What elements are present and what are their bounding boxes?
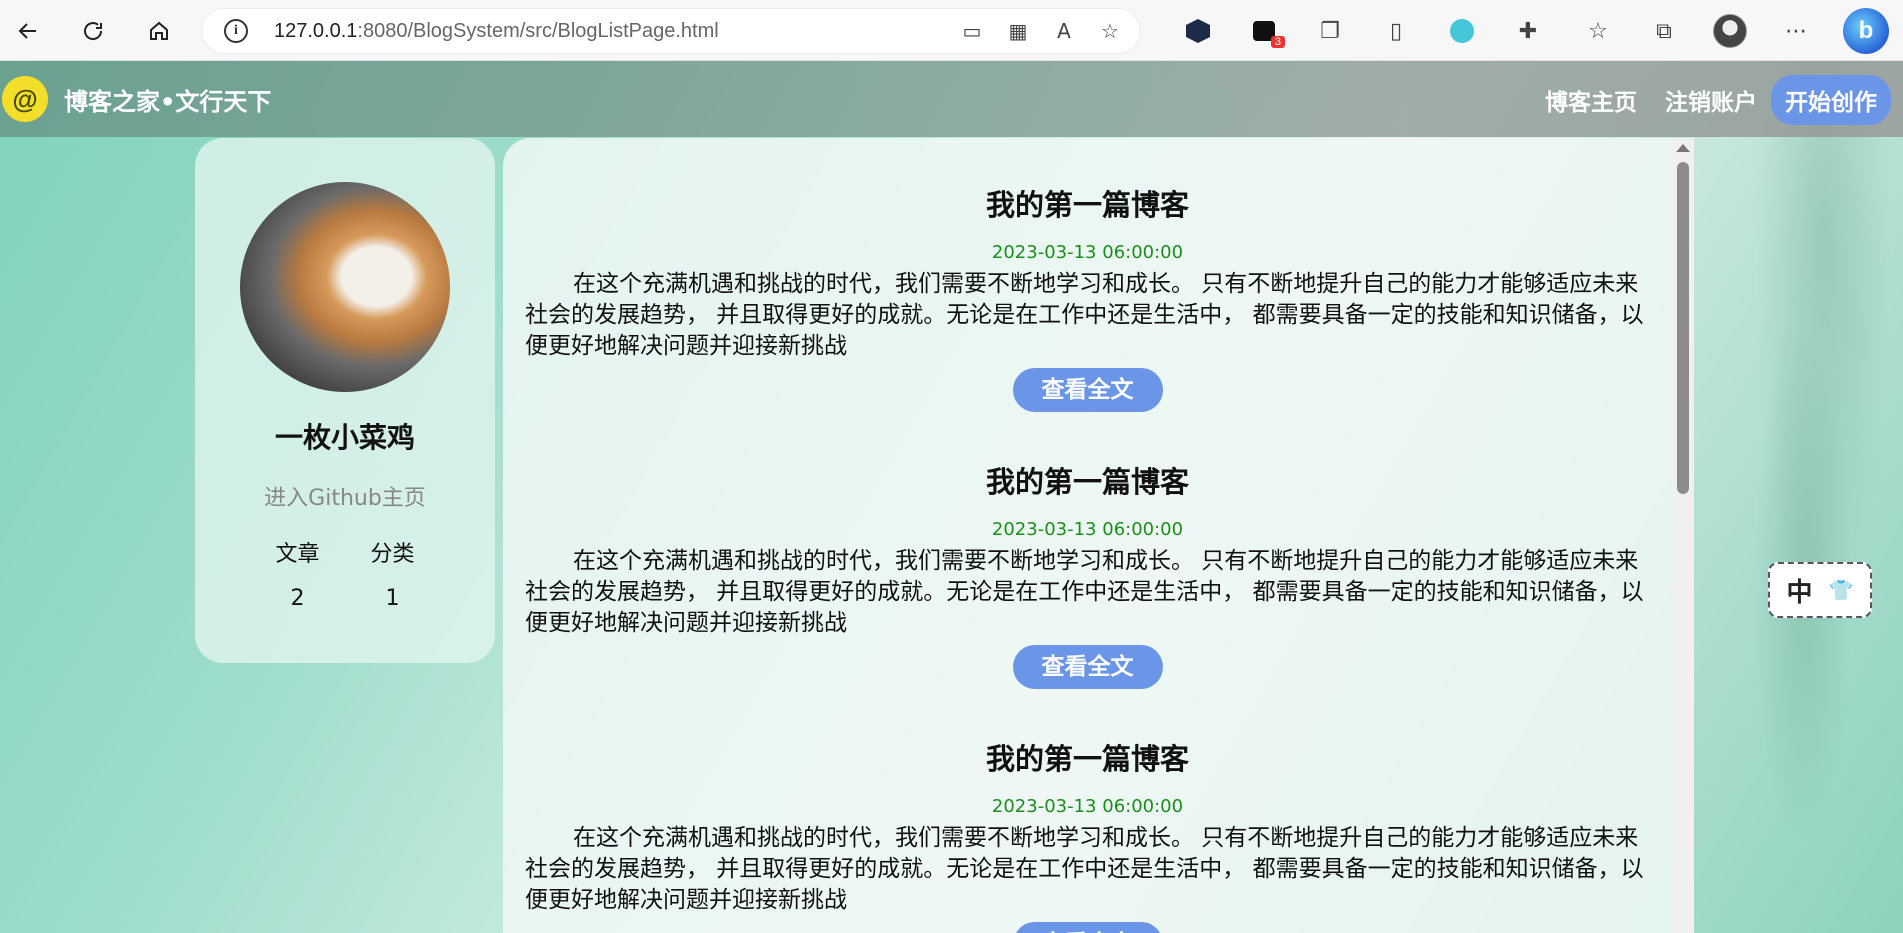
- site-title: 博客之家•文行天下: [64, 87, 272, 116]
- blog-date: 2023-03-13 06:00:00: [991, 519, 1184, 540]
- blog-date: 2023-03-13 06:00:00: [991, 242, 1184, 263]
- stat-value-articles: 2: [290, 586, 305, 611]
- extension-badge-icon[interactable]: 3: [1231, 12, 1297, 50]
- more-icon[interactable]: ⋯: [1763, 12, 1829, 50]
- avatar: [240, 182, 450, 392]
- stat-value-categories: 1: [385, 586, 400, 611]
- blog-title: 我的第一篇博客: [985, 742, 1189, 776]
- collections-icon[interactable]: ❐: [1297, 12, 1363, 50]
- page-background: @ 博客之家•文行天下 博客主页 注销账户 开始创作 一枚小菜鸡 进入Githu…: [0, 61, 1903, 933]
- profile-stats: 文章 分类 2 1: [250, 536, 440, 611]
- refresh-icon[interactable]: [73, 11, 113, 51]
- extensions-puzzle-icon[interactable]: ✚: [1495, 12, 1561, 50]
- blog-item: 我的第一篇博客 2023-03-13 06:00:00 在这个充满机遇和挑战的时…: [525, 182, 1650, 412]
- blog-title: 我的第一篇博客: [985, 188, 1189, 222]
- url-text[interactable]: 127.0.0.1:8080/BlogSystem/src/BlogListPa…: [274, 20, 719, 43]
- view-full-button[interactable]: 查看全文: [1012, 922, 1163, 933]
- blog-list: 我的第一篇博客 2023-03-13 06:00:00 在这个充满机遇和挑战的时…: [503, 138, 1694, 933]
- favorites-icon[interactable]: ☆: [1565, 12, 1631, 50]
- back-icon[interactable]: [8, 11, 48, 51]
- profile-name: 一枚小菜鸡: [274, 421, 415, 454]
- collections-add-icon[interactable]: ⧉: [1631, 12, 1697, 50]
- nav-home-link[interactable]: 博客主页: [1531, 75, 1651, 125]
- view-full-button[interactable]: 查看全文: [1012, 368, 1163, 412]
- site-navbar: @ 博客之家•文行天下 博客主页 注销账户 开始创作: [0, 61, 1903, 137]
- scroll-up-arrow-icon[interactable]: [1676, 144, 1690, 152]
- profile-avatar[interactable]: [1697, 12, 1763, 50]
- site-logo: @: [2, 76, 48, 122]
- stat-label-categories: 分类: [370, 542, 415, 567]
- blog-desc: 在这个充满机遇和挑战的时代，我们需要不断地学习和成长。 只有不断地提升自己的能力…: [525, 548, 1644, 636]
- scroll-thumb[interactable]: [1677, 162, 1689, 494]
- blog-desc: 在这个充满机遇和挑战的时代，我们需要不断地学习和成长。 只有不断地提升自己的能力…: [525, 825, 1644, 913]
- view-full-button[interactable]: 查看全文: [1012, 645, 1163, 689]
- browser-toolbar: i 127.0.0.1:8080/BlogSystem/src/BlogList…: [0, 0, 1903, 61]
- qr-code-icon[interactable]: ▦: [1006, 19, 1030, 43]
- blog-item: 我的第一篇博客 2023-03-13 06:00:00 在这个充满机遇和挑战的时…: [525, 736, 1650, 933]
- scrollbar[interactable]: [1672, 138, 1694, 933]
- add-favorite-icon[interactable]: ☆: [1098, 19, 1122, 43]
- document-icon[interactable]: ▯: [1363, 12, 1429, 50]
- extension-badge-count: 3: [1270, 36, 1285, 48]
- blog-desc: 在这个充满机遇和挑战的时代，我们需要不断地学习和成长。 只有不断地提升自己的能力…: [525, 271, 1644, 359]
- extension-hex-icon[interactable]: [1165, 12, 1231, 50]
- profile-card: 一枚小菜鸡 进入Github主页 文章 分类 2 1: [195, 138, 495, 663]
- app-available-icon[interactable]: ▭: [960, 19, 984, 43]
- site-info-icon[interactable]: i: [224, 19, 248, 43]
- github-link[interactable]: 进入Github主页: [195, 480, 495, 512]
- ime-skin-icon[interactable]: 👕: [1829, 578, 1854, 602]
- leaf-decoration: [1703, 61, 1903, 933]
- ime-language-toggle[interactable]: 中: [1787, 572, 1813, 609]
- blog-title: 我的第一篇博客: [985, 465, 1189, 499]
- blog-item: 我的第一篇博客 2023-03-13 06:00:00 在这个充满机遇和挑战的时…: [525, 459, 1650, 689]
- address-bar[interactable]: i 127.0.0.1:8080/BlogSystem/src/BlogList…: [202, 9, 1140, 53]
- nav-logout-link[interactable]: 注销账户: [1651, 75, 1771, 125]
- home-icon[interactable]: [139, 11, 179, 51]
- camera-extension-icon[interactable]: [1429, 12, 1495, 50]
- nav-create-button[interactable]: 开始创作: [1771, 75, 1891, 125]
- bing-chat-icon[interactable]: b: [1843, 8, 1889, 54]
- blog-date: 2023-03-13 06:00:00: [991, 796, 1184, 817]
- stat-label-articles: 文章: [275, 542, 320, 567]
- read-aloud-icon[interactable]: A: [1052, 19, 1076, 43]
- ime-toolbar[interactable]: 中 👕: [1768, 562, 1872, 618]
